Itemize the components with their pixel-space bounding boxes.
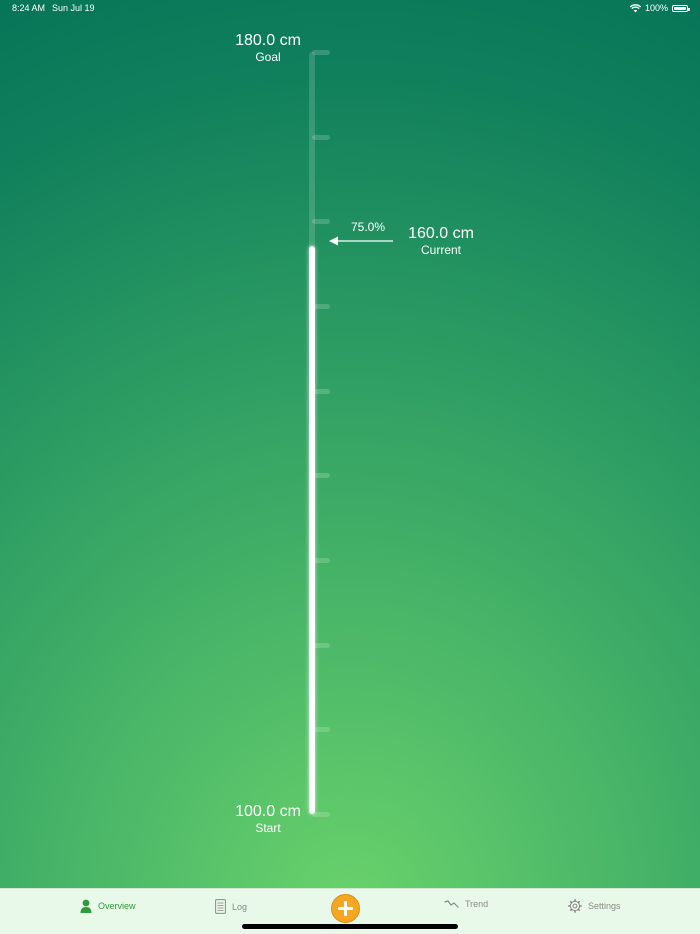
start-caption: Start [255, 821, 281, 835]
tab-trend-label: Trend [465, 899, 489, 909]
start-label-group: 100.0 cm Start [208, 803, 328, 835]
battery-icon [672, 5, 690, 12]
battery-percent: 100% [644, 3, 668, 13]
status-right: 100% [629, 0, 690, 17]
current-value: 160.0 cm [408, 225, 474, 242]
notepad-icon [215, 899, 226, 914]
status-bar: 8:24 AM Sun Jul 19 100% [0, 0, 700, 18]
tab-trend[interactable]: Trend [444, 899, 488, 909]
goal-value: 180.0 cm [235, 32, 301, 49]
gear-icon [568, 899, 582, 913]
add-entry-button[interactable] [331, 894, 360, 923]
tab-overview[interactable]: Overview [80, 899, 136, 913]
goal-caption: Goal [255, 50, 281, 64]
wifi-icon [629, 4, 641, 13]
current-label-group: 160.0 cm Current [381, 225, 501, 257]
trend-line-icon [444, 900, 459, 908]
person-icon [80, 899, 92, 913]
start-value: 100.0 cm [235, 803, 301, 820]
tab-settings[interactable]: Settings [568, 899, 621, 913]
tab-settings-label: Settings [588, 901, 621, 911]
tab-log-label: Log [232, 901, 248, 912]
tab-log[interactable]: Log [215, 899, 247, 914]
status-date: Sun Jul 19 [52, 3, 95, 13]
home-indicator [242, 924, 458, 929]
tab-overview-label: Overview [98, 901, 136, 911]
current-caption: Current [420, 243, 461, 257]
status-time: 8:24 AM [12, 3, 46, 13]
progress-fill [309, 245, 315, 814]
goal-label-group: 180.0 cm Goal [208, 32, 328, 64]
tick-mark [312, 134, 330, 140]
tick-mark [312, 219, 330, 225]
